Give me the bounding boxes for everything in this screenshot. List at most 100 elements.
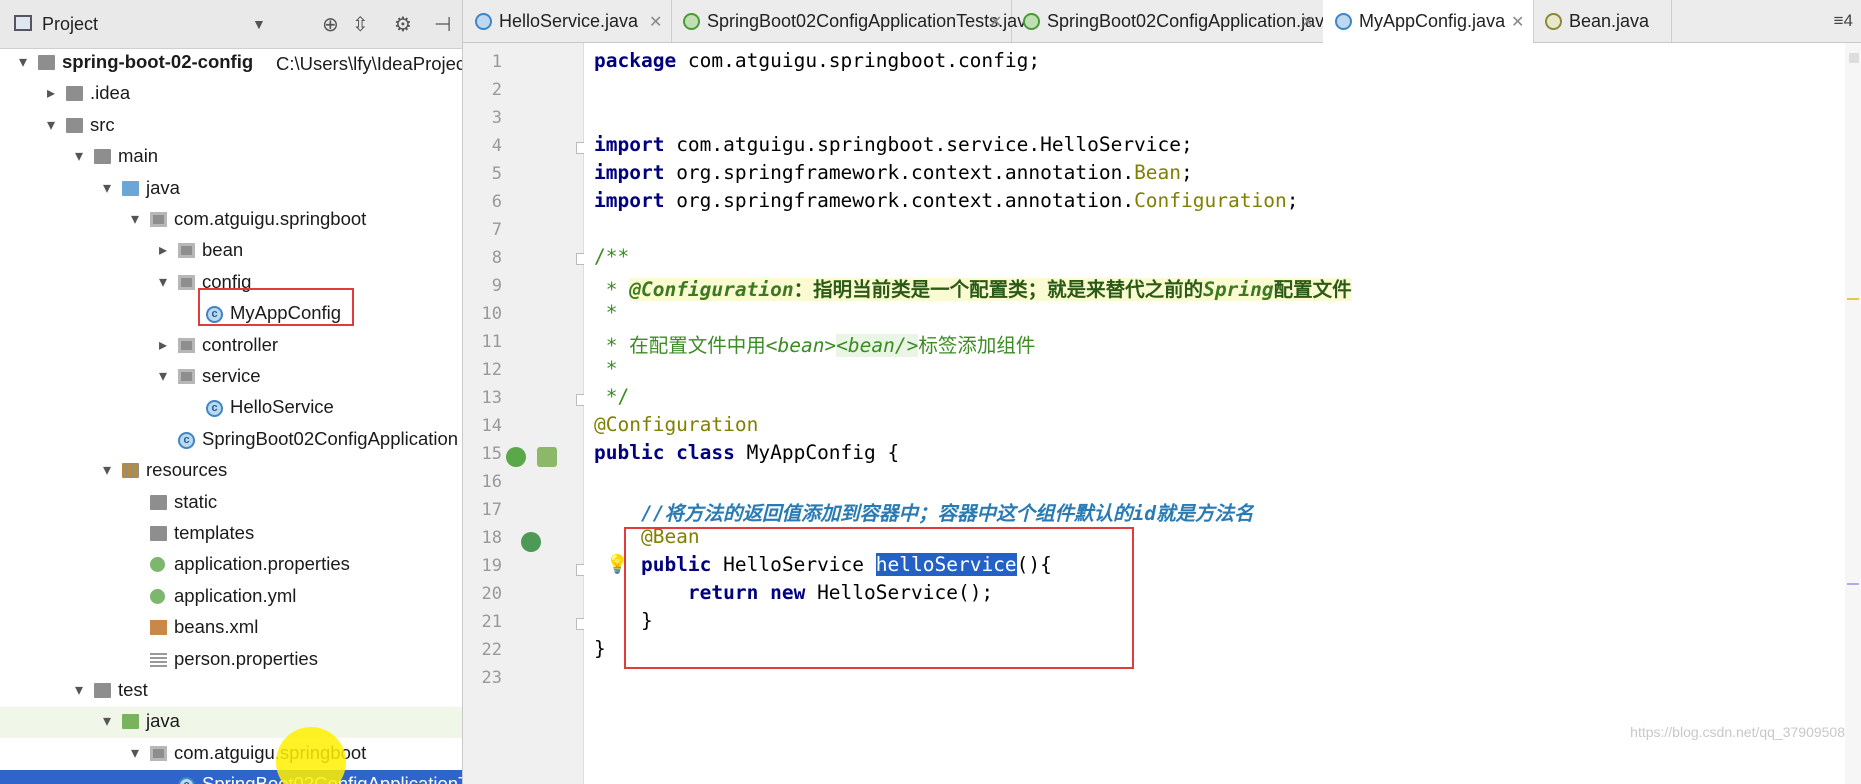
expand-arrow-icon[interactable]: ▾: [98, 178, 116, 198]
line-number: 14: [481, 416, 502, 436]
module-folder-icon: [38, 55, 55, 70]
code-line-1: package com.atguigu.springboot.config;: [594, 49, 1041, 72]
warning-marker[interactable]: [1847, 298, 1859, 300]
line-number: 12: [481, 360, 502, 380]
tree-item-java[interactable]: ▾ java: [0, 707, 462, 739]
spring-class-icon: c: [178, 431, 195, 449]
expand-arrow-icon[interactable]: ▾: [98, 460, 116, 480]
line-number: 13: [481, 388, 502, 408]
project-view-selector[interactable]: Project: [42, 14, 98, 35]
navigate-bean-gutter-icon[interactable]: [537, 447, 557, 467]
tree-item-resources[interactable]: ▾ resources: [0, 456, 462, 487]
expand-arrow-icon[interactable]: ▾: [154, 272, 172, 292]
code-editor[interactable]: 1 2 3 4 5 6 7 8 9 10 11 12 13 14 15 16 17 18 19 20 21 22 23 pa…: [482, 43, 1861, 784]
tree-item-springboot02configapplication[interactable]: c SpringBoot02ConfigApplication: [0, 425, 462, 456]
tree-item-templates[interactable]: templates: [0, 519, 462, 550]
collapse-arrow-icon[interactable]: ▸: [154, 240, 172, 260]
package-icon: [178, 274, 195, 290]
expand-arrow-icon[interactable]: ▾: [98, 711, 116, 731]
expand-arrow-icon[interactable]: ▾: [126, 209, 144, 229]
package-icon: [178, 337, 195, 353]
gear-icon[interactable]: ⚙: [394, 12, 412, 37]
xml-file-icon: [150, 620, 167, 636]
more-tabs-button[interactable]: ≡4: [1834, 11, 1853, 31]
close-icon[interactable]: ✕: [1301, 12, 1314, 32]
class-icon: [475, 13, 492, 30]
expand-arrow-icon[interactable]: ▾: [70, 680, 88, 700]
expand-arrow-icon[interactable]: ▾: [70, 146, 88, 166]
close-icon[interactable]: ✕: [649, 12, 662, 32]
line-number: 7: [491, 220, 502, 240]
tree-item-label: java: [146, 176, 180, 198]
line-number: 11: [481, 332, 502, 352]
tree-item-label: beans.xml: [174, 616, 259, 638]
tab-springboot02configapplicationtests[interactable]: SpringBoot02ConfigApplicationTests.java …: [671, 0, 1036, 42]
tree-item-com-atguigu-springboot[interactable]: ▾ com.atguigu.springboot: [0, 205, 462, 236]
tree-item-label: static: [174, 490, 218, 512]
code-line-17: //将方法的返回值添加到容器中；容器中这个组件默认的id就是方法名: [594, 502, 1254, 525]
line-number: 15: [481, 444, 502, 464]
code-line-22: }: [594, 637, 606, 660]
folder-icon: [150, 526, 167, 541]
tree-item-service[interactable]: ▾ service: [0, 362, 462, 393]
collapse-arrow-icon[interactable]: ▸: [154, 335, 172, 355]
collapse-arrow-icon[interactable]: ▸: [42, 83, 60, 103]
tree-item-application-yml[interactable]: application.yml: [0, 582, 462, 613]
code-line-4: import com.atguigu.springboot.service.He…: [594, 133, 1193, 156]
inspection-status-icon[interactable]: [1849, 53, 1859, 63]
line-number: 5: [491, 164, 502, 184]
tree-item-beans-xml[interactable]: beans.xml: [0, 613, 462, 644]
tab-label: Bean.java: [1569, 11, 1650, 31]
code-line-9: * @Configuration：指明当前类是一个配置类；就是来替代之前的Spr…: [594, 278, 1352, 301]
tree-item-springboot02configapplicationt[interactable]: cSpringBoot02ConfigApplicationT: [0, 770, 462, 784]
tree-item-com-atguigu-springboot[interactable]: ▾ com.atguigu.springboot: [0, 739, 462, 770]
tab-label: HelloService.java: [499, 11, 639, 31]
expand-arrow-icon[interactable]: ▾: [14, 52, 32, 72]
usage-marker[interactable]: [1847, 583, 1859, 585]
tree-item-label: application.yml: [174, 584, 297, 606]
expand-arrow-icon[interactable]: ▾: [154, 366, 172, 386]
tree-item-controller[interactable]: ▸ controller: [0, 331, 462, 362]
line-number: 22: [481, 640, 502, 660]
tab-springboot02configapplication[interactable]: SpringBoot02ConfigApplication.java ✕: [1011, 0, 1334, 42]
close-icon[interactable]: ✕: [1511, 12, 1524, 32]
collapse-all-icon[interactable]: ⇳: [352, 12, 369, 37]
chevron-down-icon[interactable]: ▼: [252, 16, 266, 32]
line-number: 4: [491, 136, 502, 156]
tree-item-helloservice[interactable]: c HelloService: [0, 393, 462, 424]
locate-target-icon[interactable]: ⊕: [322, 12, 339, 37]
hide-panel-icon[interactable]: ⊣: [434, 12, 451, 37]
tree-item-main[interactable]: ▾ main: [0, 142, 462, 173]
line-number: 1: [491, 52, 502, 72]
tree-item-src[interactable]: ▾ src: [0, 111, 462, 142]
line-number: 8: [491, 248, 502, 268]
tab-myappconfig[interactable]: MyAppConfig.java ✕: [1323, 0, 1534, 43]
tab-bean[interactable]: Bean.java: [1533, 0, 1672, 42]
tab-helloservice[interactable]: HelloService.java ✕: [463, 0, 672, 42]
folder-icon: [94, 149, 111, 165]
tree-item-application-properties[interactable]: application.properties: [0, 550, 462, 581]
close-icon[interactable]: ✕: [989, 12, 1002, 32]
expand-arrow-icon[interactable]: ▾: [42, 115, 60, 135]
tree-item-static[interactable]: static: [0, 488, 462, 519]
tree-item-person-properties[interactable]: person.properties: [0, 645, 462, 676]
tree-item-java[interactable]: ▾ java: [0, 174, 462, 205]
folder-icon: [150, 494, 167, 510]
project-path: C:\Users\lfy\IdeaProjects: [276, 53, 463, 74]
class-icon: [1335, 13, 1352, 30]
test-class-icon: c: [178, 777, 195, 784]
code-line-11: * 在配置文件中用<bean><bean/>标签添加组件: [594, 334, 1036, 357]
line-number: 2: [491, 80, 502, 100]
line-number: 20: [481, 584, 502, 604]
expand-arrow-icon[interactable]: ▾: [126, 743, 144, 763]
spring-config-icon: [150, 588, 165, 604]
tree-item-spring-boot-02-config[interactable]: ▾ spring-boot-02-config C:\Users\lfy\IdeaP…: [0, 48, 462, 79]
source-folder-icon: [122, 180, 139, 196]
spring-bean-gutter-icon[interactable]: [506, 447, 526, 467]
package-icon: [150, 212, 167, 227]
tree-item-bean[interactable]: ▸ bean: [0, 236, 462, 267]
bean-method-gutter-icon[interactable]: [521, 532, 541, 552]
tree-item--idea[interactable]: ▸ .idea: [0, 79, 462, 110]
tree-item-test[interactable]: ▾ test: [0, 676, 462, 707]
highlight-box: [624, 527, 1134, 669]
